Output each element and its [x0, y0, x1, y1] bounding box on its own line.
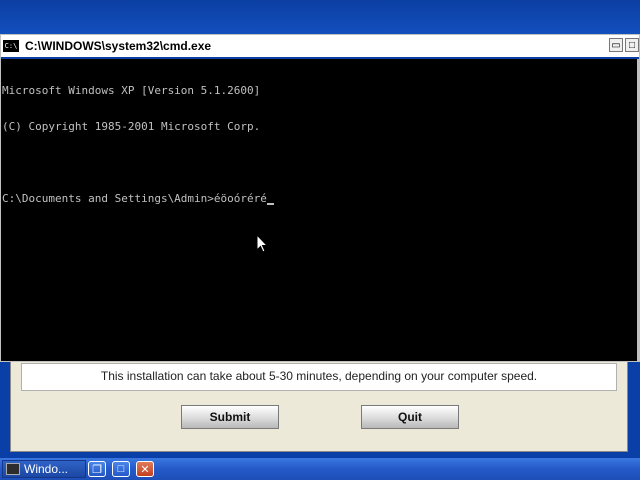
- maximize-button[interactable]: □: [625, 38, 639, 52]
- console-line: Microsoft Windows XP [Version 5.1.2600]: [2, 84, 261, 97]
- taskbar: Windo... ❐ □ ✕: [0, 458, 640, 480]
- console-line: (C) Copyright 1985-2001 Microsoft Corp.: [2, 120, 261, 133]
- installer-message-panel: This installation can take about 5-30 mi…: [21, 363, 617, 391]
- scrollbar[interactable]: [637, 59, 639, 361]
- desktop-background: [0, 0, 640, 36]
- installer-dialog: This installation can take about 5-30 mi…: [10, 356, 628, 452]
- minimize-button[interactable]: ▭: [609, 38, 623, 52]
- maximize-icon[interactable]: □: [112, 461, 130, 477]
- console-prompt-line: C:\Documents and Settings\Admin>éöoóréré: [2, 193, 638, 205]
- cmd-titlebar[interactable]: C:\ C:\WINDOWS\system32\cmd.exe ▭ □: [1, 35, 639, 59]
- mouse-pointer-icon: [256, 234, 269, 253]
- close-icon[interactable]: ✕: [136, 461, 154, 477]
- window-title: C:\WINDOWS\system32\cmd.exe: [25, 39, 212, 53]
- console-prompt: C:\Documents and Settings\Admin>éöoóréré: [2, 192, 267, 205]
- window-icon: [6, 463, 20, 475]
- quit-button[interactable]: Quit: [361, 405, 459, 429]
- taskbar-item-label: Windo...: [24, 462, 69, 476]
- submit-button[interactable]: Submit: [181, 405, 279, 429]
- cmd-window[interactable]: C:\ C:\WINDOWS\system32\cmd.exe ▭ □ Micr…: [0, 34, 640, 362]
- taskbar-item[interactable]: Windo...: [2, 460, 86, 478]
- restore-icon[interactable]: ❐: [88, 461, 106, 477]
- console-output[interactable]: Microsoft Windows XP [Version 5.1.2600] …: [1, 59, 639, 361]
- text-cursor: [266, 203, 274, 205]
- cmd-icon: C:\: [3, 40, 19, 52]
- installer-message: This installation can take about 5-30 mi…: [100, 369, 538, 383]
